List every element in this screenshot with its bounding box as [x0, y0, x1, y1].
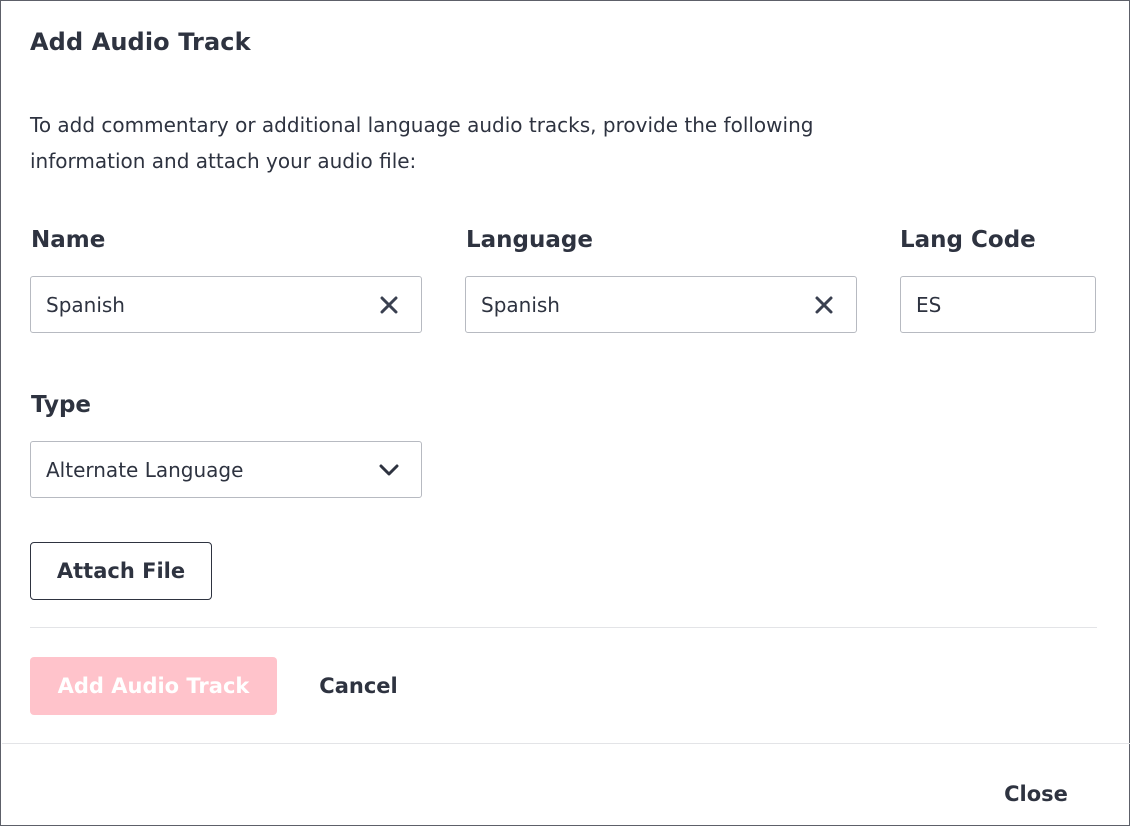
cancel-button[interactable]: Cancel: [301, 657, 416, 715]
lang-code-field: [900, 276, 1130, 333]
footer-divider: [2, 743, 1130, 744]
form-divider: [30, 627, 1097, 628]
dialog-intro-text: To add commentary or additional language…: [30, 113, 814, 173]
type-select[interactable]: Alternate Language: [30, 441, 422, 498]
lang-code-label: Lang Code: [900, 227, 1036, 253]
language-label: Language: [466, 227, 593, 253]
close-icon: [380, 296, 398, 313]
add-audio-track-button[interactable]: Add Audio Track: [30, 657, 277, 715]
language-input[interactable]: [466, 277, 804, 332]
name-label: Name: [31, 227, 106, 253]
lang-code-input[interactable]: [901, 277, 1130, 332]
language-field: [465, 276, 857, 333]
type-label: Type: [31, 392, 92, 418]
dialog-title: Add Audio Track: [30, 28, 251, 56]
add-audio-track-dialog: Add Audio Track To add commentary or add…: [0, 0, 1130, 826]
close-icon: [815, 296, 833, 313]
chevron-down-icon: [379, 464, 399, 475]
close-button[interactable]: Close: [986, 767, 1086, 821]
type-selected-value: Alternate Language: [46, 457, 244, 482]
name-field: [30, 276, 422, 333]
attach-file-button[interactable]: Attach File: [30, 542, 212, 600]
name-clear-button[interactable]: [369, 285, 409, 325]
name-input[interactable]: [31, 277, 369, 332]
language-clear-button[interactable]: [804, 285, 844, 325]
type-dropdown-toggle[interactable]: [369, 450, 409, 490]
